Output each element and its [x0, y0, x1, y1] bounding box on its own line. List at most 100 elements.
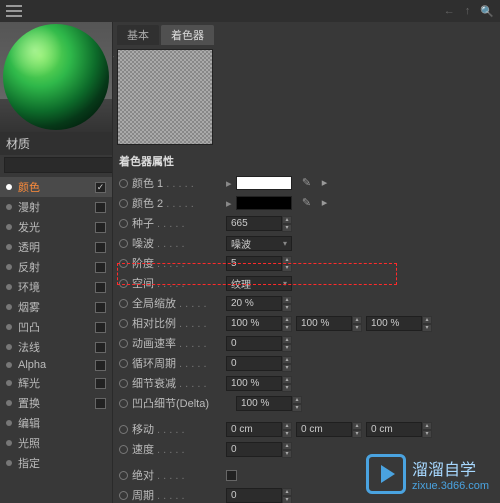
section-title: 着色器属性 — [113, 149, 500, 173]
nav-back-icon[interactable]: ← — [444, 5, 455, 18]
chevron-icon[interactable]: ▸ — [226, 177, 232, 190]
space-combo[interactable]: 纹理▾ — [226, 276, 292, 291]
spin-down[interactable]: ▾ — [282, 224, 292, 232]
bullet-icon — [6, 344, 12, 350]
label-relscale: 相对比例 — [132, 315, 222, 331]
channel-checkbox[interactable] — [95, 302, 106, 313]
channel-item[interactable]: Alpha — [0, 357, 112, 373]
channel-checkbox[interactable] — [95, 262, 106, 273]
bullet-icon — [6, 264, 12, 270]
relscale-y[interactable] — [296, 316, 352, 331]
channel-label: 凹凸 — [18, 319, 89, 335]
channel-item[interactable]: 环境 — [0, 277, 112, 297]
animspeed-input[interactable] — [226, 336, 282, 351]
seed-input[interactable] — [226, 216, 282, 231]
tab-basic[interactable]: 基本 — [117, 25, 159, 45]
label-loop: 循环周期 — [132, 355, 222, 371]
bullet-icon — [6, 362, 12, 368]
channel-item[interactable]: 编辑 — [0, 413, 112, 433]
expand-icon[interactable]: ▾ — [112, 52, 114, 65]
channel-item[interactable]: 法线 — [0, 337, 112, 357]
picker-icon[interactable]: ✎ — [300, 196, 314, 210]
label-move: 移动 — [132, 421, 222, 437]
channel-checkbox[interactable] — [95, 342, 106, 353]
channel-checkbox[interactable] — [95, 398, 106, 409]
move-y[interactable] — [296, 422, 352, 437]
channel-label: 烟雾 — [18, 299, 89, 315]
move-x[interactable] — [226, 422, 282, 437]
channel-label: 透明 — [18, 239, 89, 255]
chevron-icon[interactable]: ▸ — [226, 197, 232, 210]
bullet-icon — [6, 324, 12, 330]
relscale-z[interactable] — [366, 316, 422, 331]
relscale-x[interactable] — [226, 316, 282, 331]
panel-title: 材质 — [0, 132, 112, 155]
loop-input[interactable] — [226, 356, 282, 371]
octaves-input[interactable] — [226, 256, 282, 271]
channel-item[interactable]: 凹凸 — [0, 317, 112, 337]
preview-sphere — [3, 24, 109, 130]
bullet-icon — [6, 460, 12, 466]
absolute-checkbox[interactable] — [226, 470, 237, 481]
channel-checkbox[interactable] — [95, 360, 106, 371]
channel-checkbox[interactable] — [95, 202, 106, 213]
channel-item[interactable]: 光照 — [0, 433, 112, 453]
hamburger-icon[interactable] — [6, 5, 22, 17]
channel-item[interactable]: 烟雾 — [0, 297, 112, 317]
shader-preview[interactable]: ▾ — [117, 49, 213, 145]
channel-item[interactable]: 指定 — [0, 453, 112, 473]
bullet-icon — [6, 224, 12, 230]
channel-item[interactable]: 漫射 — [0, 197, 112, 217]
channel-item[interactable]: 颜色 — [0, 177, 112, 197]
label-animspeed: 动画速率 — [132, 335, 222, 351]
label-speed: 速度 — [132, 441, 222, 457]
channel-label: 环境 — [18, 279, 89, 295]
label-octaves: 阶度 — [132, 255, 222, 271]
channel-checkbox[interactable] — [95, 222, 106, 233]
cycles-input[interactable] — [226, 488, 282, 503]
channel-label: 法线 — [18, 339, 89, 355]
color2-swatch[interactable] — [236, 196, 292, 210]
channel-label: 反射 — [18, 259, 89, 275]
label-noise: 噪波 — [132, 235, 222, 251]
label-space: 空间 — [132, 275, 222, 291]
bullet-icon — [6, 304, 12, 310]
channel-checkbox[interactable] — [95, 282, 106, 293]
delta-input[interactable] — [236, 396, 292, 411]
channel-item[interactable]: 反射 — [0, 257, 112, 277]
channel-item[interactable]: 辉光 — [0, 373, 112, 393]
channel-checkbox[interactable] — [95, 322, 106, 333]
channel-checkbox[interactable] — [95, 242, 106, 253]
bullet-icon — [6, 420, 12, 426]
globalscale-input[interactable] — [226, 296, 282, 311]
label-seed: 种子 — [132, 215, 222, 231]
color1-swatch[interactable] — [236, 176, 292, 190]
channel-label: 置换 — [18, 395, 89, 411]
label-delta: 凹凸细节(Delta) — [132, 395, 232, 411]
channel-item[interactable]: 置换 — [0, 393, 112, 413]
channel-checkbox[interactable] — [95, 378, 106, 389]
label-cycles: 周期 — [132, 487, 222, 503]
spin-up[interactable]: ▴ — [282, 216, 292, 224]
nav-search-icon[interactable]: 🔍 — [480, 5, 494, 18]
move-z[interactable] — [366, 422, 422, 437]
bullet-icon — [6, 400, 12, 406]
label-color1: 颜色 1 — [132, 175, 222, 191]
label-detailatt: 细节衰减 — [132, 375, 222, 391]
noise-combo[interactable]: 噪波▾ — [226, 236, 292, 251]
link-icon[interactable]: ▸ — [318, 196, 332, 210]
link-icon[interactable]: ▸ — [318, 176, 332, 190]
detailatt-input[interactable] — [226, 376, 282, 391]
picker-icon[interactable]: ✎ — [300, 176, 314, 190]
channel-checkbox[interactable] — [95, 182, 106, 193]
nav-up-icon[interactable]: ↑ — [465, 5, 471, 18]
tab-shader[interactable]: 着色器 — [161, 25, 214, 45]
bullet-icon — [6, 184, 12, 190]
channel-label: 编辑 — [18, 415, 106, 431]
channel-label: 漫射 — [18, 199, 89, 215]
material-preview — [0, 22, 112, 132]
channel-label: 颜色 — [18, 179, 89, 195]
channel-item[interactable]: 发光 — [0, 217, 112, 237]
channel-item[interactable]: 透明 — [0, 237, 112, 257]
speed-input[interactable] — [226, 442, 282, 457]
